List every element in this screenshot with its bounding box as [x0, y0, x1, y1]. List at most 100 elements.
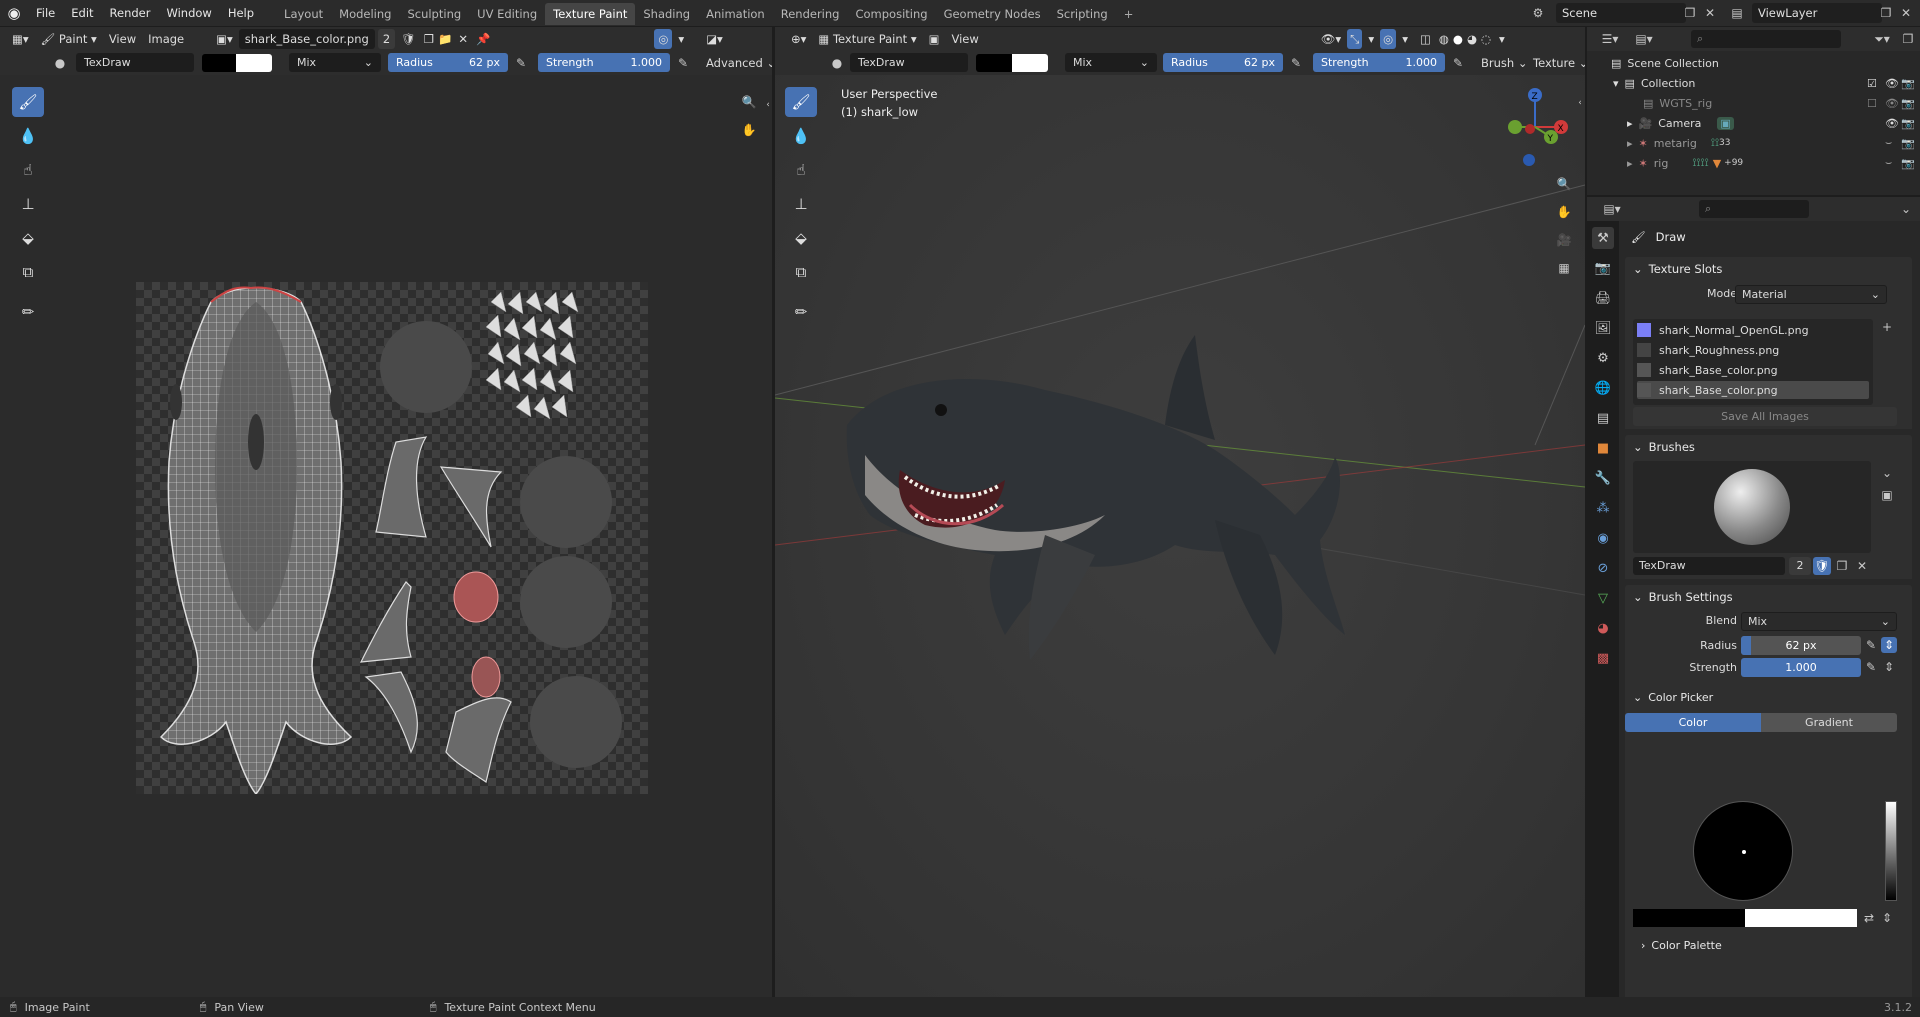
modifier-tab-icon[interactable]: 🔧 — [1592, 467, 1614, 489]
new-scene-icon[interactable]: ❐ — [1680, 3, 1700, 23]
brush-preview[interactable] — [1633, 461, 1871, 553]
material-tab-icon[interactable]: ◕ — [1592, 617, 1614, 639]
texture-tab-icon[interactable]: ▩ — [1592, 647, 1614, 669]
outliner-search-input[interactable]: ⌕ — [1691, 30, 1841, 48]
tab-shading[interactable]: Shading — [635, 3, 698, 25]
blend-mode-dropdown[interactable]: Mix ⌄ — [289, 53, 381, 72]
wgts-visibility-icon[interactable]: 👁 — [1885, 97, 1899, 110]
texture-paint-mode-dropdown[interactable]: ▦ Texture Paint ▾ — [812, 29, 922, 49]
scene-tab-icon[interactable]: ⚙ — [1592, 347, 1614, 369]
outliner-row-camera[interactable]: ▸ 🎥 Camera ▣ 👁 📷 — [1587, 113, 1920, 133]
color-wheel[interactable] — [1693, 801, 1793, 901]
radius-pressure-icon[interactable]: ✎ — [512, 55, 530, 71]
viewport-blend-dropdown[interactable]: Mix ⌄ — [1065, 53, 1157, 72]
viewport-soften-tool-icon[interactable]: 💧 — [785, 121, 817, 151]
blender-logo-icon[interactable]: ◉ — [0, 0, 28, 26]
settings-strength-jitter-icon[interactable]: ⇕ — [1881, 659, 1897, 675]
viewport-primary-color[interactable] — [976, 54, 1012, 72]
properties-search-input[interactable]: ⌕ — [1699, 200, 1809, 218]
settings-radius-field[interactable]: 62 px — [1741, 636, 1861, 655]
constraints-tab-icon[interactable]: ⊘ — [1592, 557, 1614, 579]
remove-scene-icon[interactable]: ✕ — [1700, 3, 1720, 23]
rig-render-icon[interactable]: 📷 — [1901, 157, 1915, 170]
rig-visibility-icon[interactable]: ⌣ — [1885, 156, 1892, 170]
metarig-visibility-icon[interactable]: ⌣ — [1885, 136, 1892, 150]
gizmo-toggle-icon[interactable]: ◎ — [654, 29, 673, 49]
color-tab[interactable]: Color — [1625, 713, 1761, 732]
display-channels-icon[interactable]: ◪▾ — [700, 29, 729, 49]
camera-view-icon[interactable]: 🎥 — [1553, 229, 1575, 251]
particles-tab-icon[interactable]: ⁂ — [1592, 497, 1614, 519]
texture-slot-item-selected[interactable]: shark_Base_color.png — [1637, 381, 1869, 399]
texture-menu[interactable]: Texture ⌄ — [1527, 53, 1585, 73]
fill-tool-icon[interactable]: ⬙ — [12, 223, 44, 253]
viewport-scene[interactable] — [775, 75, 1585, 997]
brush-secondary-color[interactable] — [1745, 909, 1857, 927]
viewport-mask-tool-icon[interactable]: ⧉ — [785, 257, 817, 287]
tab-modeling[interactable]: Modeling — [331, 3, 399, 25]
material-shading-icon[interactable]: ◕ — [1465, 29, 1479, 49]
viewport-strength-pressure-icon[interactable]: ✎ — [1449, 55, 1467, 71]
new-view-layer-icon[interactable]: ❐ — [1876, 3, 1896, 23]
brush-fake-user-icon[interactable]: 🛡 — [1813, 557, 1831, 575]
draw-tool-icon[interactable]: 🖌 — [12, 87, 44, 117]
image-name-field[interactable]: shark_Base_color.png — [238, 29, 375, 49]
color-jitter-icon[interactable]: ⇕ — [1879, 909, 1895, 927]
viewport-radius-field[interactable]: Radius 62 px — [1163, 53, 1283, 72]
menu-render[interactable]: Render — [102, 0, 159, 26]
outliner-filter-icon[interactable]: ⏷▾ — [1867, 29, 1897, 49]
secondary-color-swatch[interactable] — [236, 54, 272, 72]
camera-render-icon[interactable]: 📷 — [1901, 117, 1915, 130]
ortho-toggle-icon[interactable]: ▦ — [1553, 257, 1575, 279]
viewport-menu-view[interactable]: View — [945, 29, 984, 49]
tab-layout[interactable]: Layout — [276, 3, 331, 25]
tool-tab-icon[interactable]: ⚒ — [1592, 227, 1614, 249]
scene-icon[interactable]: ⚙ — [1525, 3, 1551, 23]
viewport-zoom-icon[interactable]: 🔍 — [1553, 173, 1575, 195]
viewport-overlay-dropdown[interactable]: ▾ — [1396, 29, 1414, 49]
paint-mode-dropdown[interactable]: 🖌 Paint ▾ — [35, 29, 103, 49]
viewport-pan-icon[interactable]: ✋ — [1553, 201, 1575, 223]
viewport-radius-pressure-icon[interactable]: ✎ — [1287, 55, 1305, 71]
brush-settings-panel-header[interactable]: ⌄ Brush Settings — [1625, 585, 1912, 609]
viewport-gizmo-dropdown[interactable]: ▾ — [1362, 29, 1380, 49]
output-tab-icon[interactable]: 🖨 — [1592, 287, 1614, 309]
outliner-row-metarig[interactable]: ▸ ✶ metarig ⟟⟟ 33 ⌣ 📷 — [1587, 133, 1920, 153]
add-texture-slot-icon[interactable]: + — [1879, 319, 1895, 335]
viewport-smear-tool-icon[interactable]: ☝ — [785, 155, 817, 185]
view-layer-selector[interactable]: ViewLayer — [1752, 3, 1882, 23]
color-palette-subpanel-header[interactable]: › Color Palette — [1641, 935, 1722, 955]
tab-rendering[interactable]: Rendering — [773, 3, 848, 25]
wireframe-shading-icon[interactable]: ◍ — [1437, 29, 1451, 49]
soften-tool-icon[interactable]: 💧 — [12, 121, 44, 151]
gizmo-dropdown-icon[interactable]: ▾ — [672, 29, 690, 49]
brushes-panel-header[interactable]: ⌄ Brushes — [1625, 435, 1912, 459]
tab-uv-editing[interactable]: UV Editing — [469, 3, 545, 25]
tab-texture-paint[interactable]: Texture Paint — [545, 3, 636, 25]
viewport-editor-type-icon[interactable]: ⊕▾ — [785, 29, 812, 49]
strength-pressure-icon[interactable]: ✎ — [674, 55, 692, 71]
brush-image-icon[interactable]: ▣ — [1879, 487, 1895, 503]
viewport-brush-name-field[interactable]: TexDraw — [850, 53, 968, 72]
expand-icon[interactable]: ▸ — [1627, 117, 1633, 130]
shading-dropdown[interactable]: ▾ — [1493, 29, 1511, 49]
gradient-tab[interactable]: Gradient — [1761, 713, 1897, 732]
save-all-images-button[interactable]: Save All Images — [1633, 407, 1897, 426]
viewport-area[interactable]: ⊕▾ ▦ Texture Paint ▾ ▣ View 👁▾ ⤡ ▾ ◎ ▾ ◫… — [775, 27, 1585, 997]
unlink-brush-icon[interactable]: ✕ — [1853, 557, 1871, 575]
viewport-annotate-tool-icon[interactable]: ✏ — [785, 297, 817, 327]
add-workspace-icon[interactable]: + — [1116, 3, 1142, 25]
image-users-count[interactable]: 2 — [377, 29, 396, 49]
new-image-icon[interactable]: ❐ — [422, 29, 436, 49]
unlink-image-icon[interactable]: ✕ — [454, 29, 472, 49]
wgts-checkbox[interactable]: ☐ — [1867, 97, 1877, 110]
menu-file[interactable]: File — [28, 0, 63, 26]
brush-preview-options-icon[interactable]: ⌄ — [1879, 465, 1895, 481]
outliner-row-rig[interactable]: ▸ ✶ rig ⟟⟟⟟⟟ ▼ +99 ⌣ 📷 — [1587, 153, 1920, 173]
brush-primary-color[interactable] — [1633, 909, 1745, 927]
scene-selector[interactable]: Scene — [1556, 3, 1686, 23]
strength-field[interactable]: Strength 1.000 — [538, 53, 670, 72]
view-layer-icon[interactable]: ▤ — [1724, 3, 1750, 23]
viewport-fill-tool-icon[interactable]: ⬙ — [785, 223, 817, 253]
menu-edit[interactable]: Edit — [63, 0, 101, 26]
